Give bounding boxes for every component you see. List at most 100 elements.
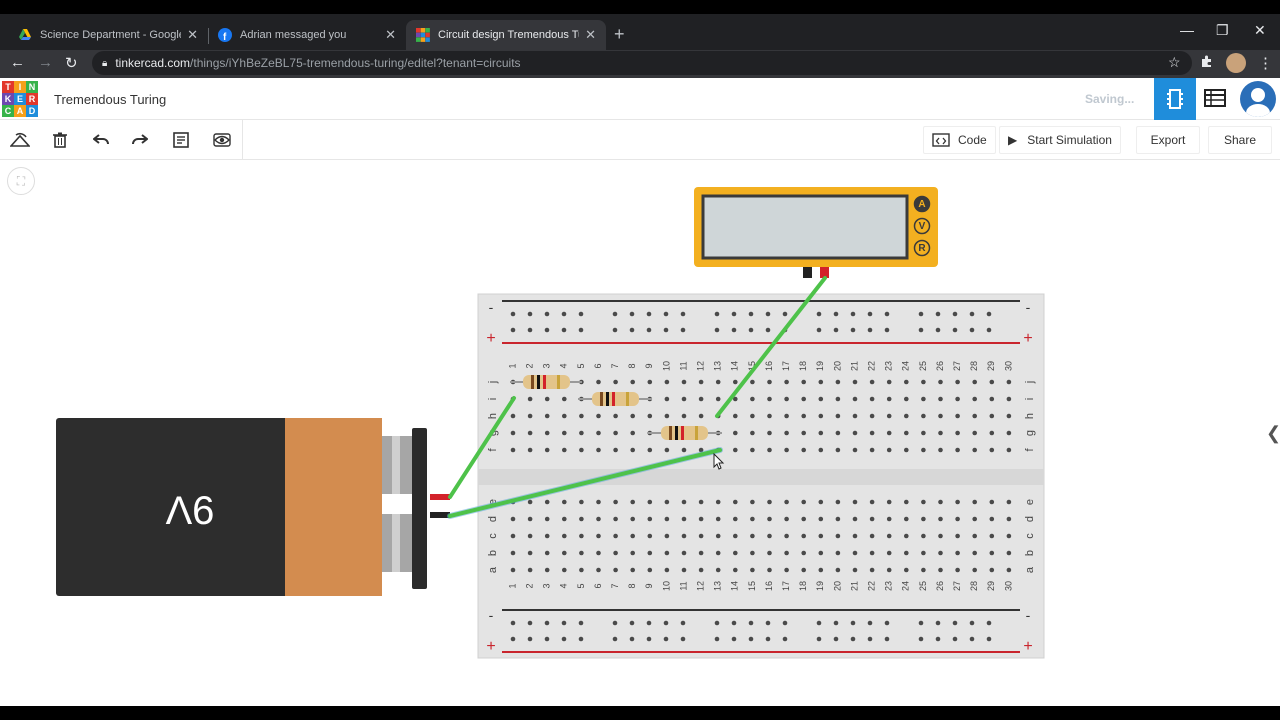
breadboard-hole[interactable] [835,499,841,505]
breadboard-hole[interactable] [938,413,943,419]
battery-lead-red[interactable] [430,494,450,500]
breadboard-hole[interactable] [886,396,892,402]
breadboard-hole[interactable] [750,533,755,539]
breadboard-hole[interactable] [613,430,618,436]
close-tab-icon[interactable]: ✕ [585,27,596,43]
breadboard-hole[interactable] [955,516,960,522]
breadboard-hole[interactable] [835,447,841,453]
breadboard-hole[interactable] [663,636,669,642]
breadboard-hole[interactable] [733,550,738,556]
breadboard-hole[interactable] [784,447,789,453]
breadboard-hole[interactable] [867,327,873,333]
breadboard-hole[interactable] [955,567,960,573]
breadboard-hole[interactable] [748,311,754,317]
breadboard-hole[interactable] [989,516,995,522]
breadboard-hole[interactable] [663,620,669,626]
breadboard-hole[interactable] [765,620,771,626]
breadboard-hole[interactable] [579,413,584,419]
breadboard-hole[interactable] [886,533,892,539]
breadboard-hole[interactable] [1006,533,1012,539]
breadboard-hole[interactable] [733,447,738,453]
breadboard-hole[interactable] [886,413,892,419]
breadboard-hole[interactable] [816,620,822,626]
breadboard-hole[interactable] [630,447,635,453]
breadboard-hole[interactable] [767,499,772,505]
breadboard-hole[interactable] [801,447,806,453]
battery-lead-black[interactable] [430,512,450,518]
breadboard-hole[interactable] [544,447,550,453]
breadboard-hole[interactable] [852,396,858,402]
breadboard-hole[interactable] [852,499,858,505]
breadboard-hole[interactable] [869,396,875,402]
breadboard-hole[interactable] [664,447,670,453]
breadboard-hole[interactable] [784,396,789,402]
breadboard-hole[interactable] [869,413,875,419]
breadboard-hole[interactable] [613,533,618,539]
breadboard-hole[interactable] [527,311,533,317]
breadboard-hole[interactable] [852,533,858,539]
breadboard-hole[interactable] [952,636,958,642]
breadboard-hole[interactable] [989,413,995,419]
breadboard-hole[interactable] [869,430,875,436]
breadboard-hole[interactable] [986,327,992,333]
breadboard-hole[interactable] [884,327,890,333]
breadboard-hole[interactable] [578,636,584,642]
breadboard-hole[interactable] [767,430,772,436]
breadboard-hole[interactable] [664,567,670,573]
breadboard-hole[interactable] [613,550,618,556]
breadboard-hole[interactable] [731,620,737,626]
breadboard-hole[interactable] [750,379,755,385]
breadboard-hole[interactable] [921,533,926,539]
breadboard-hole[interactable] [886,430,892,436]
breadboard-hole[interactable] [750,413,755,419]
breadboard-hole[interactable] [646,311,652,317]
breadboard-hole[interactable] [955,413,960,419]
breadboard-hole[interactable] [715,499,721,505]
breadboard-hole[interactable] [784,567,789,573]
breadboard-hole[interactable] [801,516,806,522]
redo-icon[interactable] [129,129,151,151]
breadboard-hole[interactable] [612,636,618,642]
breadboard-hole[interactable] [544,499,550,505]
breadboard-hole[interactable] [801,396,806,402]
breadboard-hole[interactable] [955,396,960,402]
breadboard-hole[interactable] [562,499,567,505]
breadboard-hole[interactable] [852,430,858,436]
design-title[interactable]: Tremendous Turing [54,92,166,107]
breadboard-hole[interactable] [612,620,618,626]
breadboard-hole[interactable] [869,516,875,522]
breadboard-hole[interactable] [562,396,567,402]
breadboard-hole[interactable] [921,567,926,573]
breadboard-hole[interactable] [904,533,909,539]
breadboard-hole[interactable] [886,499,892,505]
breadboard-hole[interactable] [562,567,567,573]
breadboard-hole[interactable] [562,533,567,539]
breadboard-hole[interactable] [646,327,652,333]
breadboard-hole[interactable] [527,636,533,642]
breadboard-hole[interactable] [663,311,669,317]
breadboard-hole[interactable] [750,430,755,436]
breadboard-hole[interactable] [816,311,822,317]
breadboard-hole[interactable] [1006,430,1012,436]
breadboard-hole[interactable] [886,567,892,573]
breadboard-hole[interactable] [989,379,995,385]
tab-facebook[interactable]: f Adrian messaged you ✕ [208,20,406,50]
breadboard-hole[interactable] [510,516,516,522]
breadboard-hole[interactable] [544,327,550,333]
breadboard-hole[interactable] [731,636,737,642]
breadboard-hole[interactable] [818,533,824,539]
breadboard-hole[interactable] [527,550,533,556]
breadboard-hole[interactable] [904,413,909,419]
breadboard-hole[interactable] [612,327,618,333]
breadboard-hole[interactable] [596,567,601,573]
breadboard-hole[interactable] [850,327,856,333]
breadboard-hole[interactable] [510,550,516,556]
breadboard-hole[interactable] [767,413,772,419]
breadboard-hole[interactable] [782,620,788,626]
export-button[interactable]: Export [1136,126,1200,154]
breadboard-hole[interactable] [938,516,943,522]
code-button[interactable]: Code [923,126,996,154]
breadboard-hole[interactable] [955,499,960,505]
breadboard-hole[interactable] [629,327,635,333]
breadboard-hole[interactable] [986,311,992,317]
